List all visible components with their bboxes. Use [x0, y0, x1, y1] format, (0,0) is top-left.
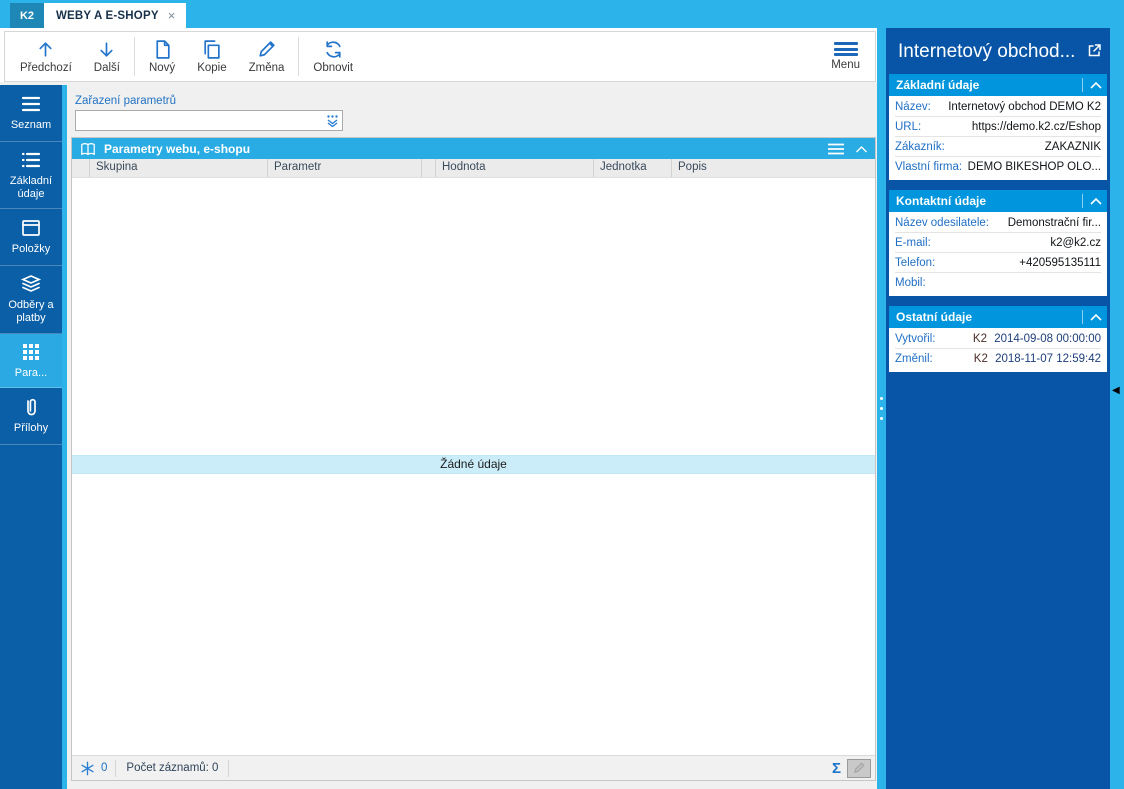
pencil-icon — [259, 41, 275, 57]
grid-title: Parametry webu, e-shopu — [104, 141, 251, 156]
filter-area: Zařazení parametrů — [71, 85, 876, 137]
paperclip-icon — [27, 399, 36, 416]
selected-count: 0 — [78, 761, 115, 776]
main-area: Zařazení parametrů Parametry webu, e-sho… — [67, 85, 877, 789]
parameter-filter-input[interactable] — [76, 111, 322, 130]
splitter-handle[interactable] — [880, 397, 883, 420]
grid-icon — [23, 343, 39, 360]
arrow-up-icon — [39, 42, 52, 57]
sidebar: Seznam Základní údaje Položky Odběry a p… — [0, 85, 62, 789]
sidebar-item-polozky[interactable]: Položky — [0, 209, 62, 267]
parameters-grid: Parametry webu, e-shopu Skupina Parametr… — [71, 137, 876, 781]
right-edge-strip: ◀ — [1110, 28, 1124, 789]
column-header[interactable] — [422, 159, 436, 177]
sidebar-item-zakladni-udaje[interactable]: Základní údaje — [0, 142, 62, 210]
sum-icon[interactable]: Σ — [832, 760, 841, 777]
created-timestamp: 2014-09-08 00:00:00 — [994, 332, 1101, 345]
dropdown-icon[interactable] — [322, 114, 342, 127]
change-button[interactable]: Změna — [238, 32, 296, 81]
field-row-mobil[interactable]: Mobil: — [895, 273, 1101, 293]
field-row-vytvoril[interactable]: Vytvořil: K2 2014-09-08 00:00:00 — [895, 329, 1101, 349]
toolbar-separator — [298, 37, 300, 76]
section-ostatni-udaje: Ostatní údaje Vytvořil: K2 2014-09-08 00… — [889, 306, 1107, 372]
toolbar: Předchozí Další Nový Kopie Změna Obnovit… — [4, 31, 876, 82]
section-zakladni-udaje: Základní údaje Název: Internetový obchod… — [889, 74, 1107, 180]
refresh-icon — [326, 41, 341, 58]
hamburger-icon — [833, 42, 858, 56]
copy-icon — [204, 40, 221, 59]
tab-weby-a-eshopy[interactable]: WEBY A E-SHOPY × — [44, 3, 186, 28]
new-document-icon — [155, 40, 170, 59]
grid-statusbar: 0 Počet záznamů: 0 Σ — [72, 755, 875, 780]
grid-header: Parametry webu, e-shopu — [72, 138, 875, 159]
parameter-filter-label: Zařazení parametrů — [75, 95, 176, 107]
panel-title: Internetový obchod... — [898, 41, 1076, 62]
field-row-zmenil[interactable]: Změnil: K2 2018-11-07 12:59:42 — [895, 349, 1101, 369]
chevron-up-icon[interactable] — [855, 145, 868, 153]
changed-timestamp: 2018-11-07 12:59:42 — [995, 353, 1101, 365]
section-kontaktni-udaje: Kontaktní údaje Název odesilatele: Demon… — [889, 190, 1107, 296]
close-icon[interactable]: × — [168, 8, 176, 23]
previous-button[interactable]: Předchozí — [9, 32, 83, 81]
chevron-up-icon[interactable] — [1082, 78, 1102, 92]
open-external-icon[interactable] — [1087, 43, 1102, 61]
list-icon — [21, 97, 41, 112]
sidebar-item-odbery-a-platby[interactable]: Odběry a platby — [0, 266, 62, 334]
sidebar-item-parametry[interactable]: Para... — [0, 333, 62, 389]
changed-by-user: K2 — [973, 353, 988, 365]
section-header[interactable]: Ostatní údaje — [889, 306, 1107, 328]
chevron-up-icon[interactable] — [1082, 310, 1102, 324]
column-headers: Skupina Parametr Hodnota Jednotka Popis — [72, 159, 875, 178]
chevron-up-icon[interactable] — [1082, 194, 1102, 208]
new-button[interactable]: Nový — [138, 32, 186, 81]
column-header[interactable] — [72, 159, 90, 177]
field-row-url[interactable]: URL: https://demo.k2.cz/Eshop — [895, 117, 1101, 137]
status-separator — [228, 759, 230, 777]
field-row-vlastni-firma[interactable]: Vlastní firma: DEMO BIKESHOP OLO... — [895, 157, 1101, 177]
sidebar-item-seznam[interactable]: Seznam — [0, 85, 62, 142]
record-count-label: Počet záznamů: 0 — [126, 762, 219, 774]
k2-logo[interactable]: K2 — [10, 3, 44, 28]
grid-menu-icon[interactable] — [827, 143, 845, 155]
toolbar-wrap: Předchozí Další Nový Kopie Změna Obnovit… — [0, 28, 877, 82]
toolbar-separator — [133, 37, 135, 76]
arrow-down-icon — [100, 42, 113, 57]
field-row-zakaznik[interactable]: Zákazník: ZÁKAZNÍK — [895, 137, 1101, 157]
field-row-nazev[interactable]: Název: Internetový obchod DEMO K2 — [895, 97, 1101, 117]
no-data-row: Žádné údaje — [72, 455, 875, 474]
layers-icon — [20, 275, 42, 293]
asterisk-icon — [81, 761, 94, 775]
sidebar-item-prilohy[interactable]: Přílohy — [0, 388, 62, 446]
section-header[interactable]: Základní údaje — [889, 74, 1107, 96]
field-row-nazev-odesilatele[interactable]: Název odesilatele: Demonstrační fir... — [895, 213, 1101, 233]
field-row-email[interactable]: E-mail: k2@k2.cz — [895, 233, 1101, 253]
book-icon — [81, 142, 95, 155]
column-header-popis[interactable]: Popis — [672, 159, 875, 177]
edit-note-button[interactable] — [847, 758, 871, 778]
grid-body[interactable]: Žádné údaje — [72, 178, 875, 755]
parameter-filter-combobox[interactable] — [75, 110, 343, 131]
column-header-skupina[interactable]: Skupina — [90, 159, 268, 177]
detail-panel: Internetový obchod... Základní údaje Náz… — [886, 28, 1110, 789]
column-header-hodnota[interactable]: Hodnota — [436, 159, 594, 177]
section-header[interactable]: Kontaktní údaje — [889, 190, 1107, 212]
column-header-parametr[interactable]: Parametr — [268, 159, 422, 177]
collapse-panel-arrow[interactable]: ◀ — [1112, 386, 1120, 396]
created-by-user: K2 — [972, 332, 987, 345]
pencil-icon — [853, 762, 865, 774]
next-button[interactable]: Další — [83, 32, 131, 81]
column-header-jednotka[interactable]: Jednotka — [594, 159, 672, 177]
tab-label: WEBY A E-SHOPY — [56, 9, 159, 22]
copy-button[interactable]: Kopie — [186, 32, 237, 81]
refresh-button[interactable]: Obnovit — [302, 32, 364, 81]
items-box-icon — [22, 220, 40, 237]
menu-button[interactable]: Menu — [820, 32, 871, 81]
panel-splitter[interactable] — [877, 28, 886, 789]
field-row-telefon[interactable]: Telefon: +420595135111 — [895, 253, 1101, 273]
detail-list-icon — [21, 152, 41, 168]
tab-bar: K2 WEBY A E-SHOPY × — [0, 0, 1124, 28]
